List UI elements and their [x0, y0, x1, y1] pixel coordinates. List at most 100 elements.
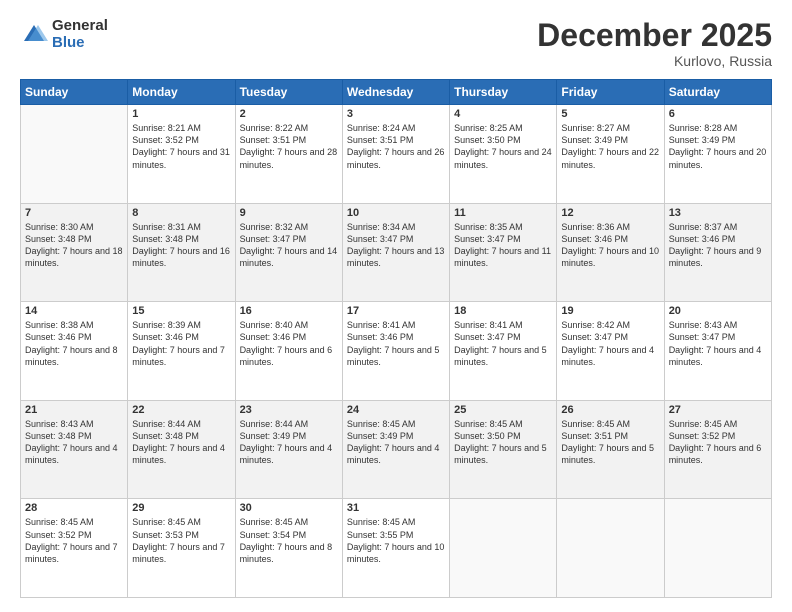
day-number: 21	[25, 404, 123, 416]
cell-info: Sunrise: 8:44 AMSunset: 3:48 PMDaylight:…	[132, 418, 230, 467]
day-number: 2	[240, 108, 338, 120]
day-number: 28	[25, 502, 123, 514]
table-row	[21, 105, 128, 204]
cell-info: Sunrise: 8:28 AMSunset: 3:49 PMDaylight:…	[669, 122, 767, 171]
table-row: 20 Sunrise: 8:43 AMSunset: 3:47 PMDayligh…	[664, 302, 771, 401]
cell-info: Sunrise: 8:45 AMSunset: 3:51 PMDaylight:…	[561, 418, 659, 467]
cell-info: Sunrise: 8:32 AMSunset: 3:47 PMDaylight:…	[240, 221, 338, 270]
table-row	[557, 499, 664, 598]
cell-info: Sunrise: 8:22 AMSunset: 3:51 PMDaylight:…	[240, 122, 338, 171]
calendar-week-3: 14Sunrise: 8:38 AMSunset: 3:46 PMDayligh…	[21, 302, 772, 401]
table-row: 12 Sunrise: 8:36 AMSunset: 3:46 PMDayligh…	[557, 203, 664, 302]
logo-blue-text: Blue	[52, 35, 108, 52]
cell-info: Sunrise: 8:24 AMSunset: 3:51 PMDaylight:…	[347, 122, 445, 171]
cell-info: Sunrise: 8:41 AMSunset: 3:47 PMDaylight:…	[454, 319, 552, 368]
day-number: 29	[132, 502, 230, 514]
col-friday: Friday	[557, 80, 664, 105]
day-number: 1	[132, 108, 230, 120]
table-row: 13 Sunrise: 8:37 AMSunset: 3:46 PMDayligh…	[664, 203, 771, 302]
cell-info: Sunrise: 8:45 AMSunset: 3:50 PMDaylight:…	[454, 418, 552, 467]
table-row: 26 Sunrise: 8:45 AMSunset: 3:51 PMDayligh…	[557, 400, 664, 499]
table-row: 5 Sunrise: 8:27 AMSunset: 3:49 PMDaylight…	[557, 105, 664, 204]
cell-info: Sunrise: 8:36 AMSunset: 3:46 PMDaylight:…	[561, 221, 659, 270]
day-number: 8	[132, 207, 230, 219]
cell-info: Sunrise: 8:45 AMSunset: 3:55 PMDaylight:…	[347, 516, 445, 565]
location: Kurlovo, Russia	[537, 53, 772, 69]
table-row: 6Sunrise: 8:28 AMSunset: 3:49 PMDaylight…	[664, 105, 771, 204]
day-number: 9	[240, 207, 338, 219]
table-row	[450, 499, 557, 598]
cell-info: Sunrise: 8:43 AMSunset: 3:47 PMDaylight:…	[669, 319, 767, 368]
col-sunday: Sunday	[21, 80, 128, 105]
logo-icon	[20, 21, 48, 49]
cell-info: Sunrise: 8:42 AMSunset: 3:47 PMDaylight:…	[561, 319, 659, 368]
cell-info: Sunrise: 8:45 AMSunset: 3:52 PMDaylight:…	[669, 418, 767, 467]
day-number: 22	[132, 404, 230, 416]
day-number: 10	[347, 207, 445, 219]
cell-info: Sunrise: 8:37 AMSunset: 3:46 PMDaylight:…	[669, 221, 767, 270]
table-row: 4Sunrise: 8:25 AMSunset: 3:50 PMDaylight…	[450, 105, 557, 204]
day-number: 18	[454, 305, 552, 317]
table-row: 8Sunrise: 8:31 AMSunset: 3:48 PMDaylight…	[128, 203, 235, 302]
table-row: 11Sunrise: 8:35 AMSunset: 3:47 PMDayligh…	[450, 203, 557, 302]
col-thursday: Thursday	[450, 80, 557, 105]
cell-info: Sunrise: 8:40 AMSunset: 3:46 PMDaylight:…	[240, 319, 338, 368]
table-row: 7Sunrise: 8:30 AMSunset: 3:48 PMDaylight…	[21, 203, 128, 302]
table-row: 2 Sunrise: 8:22 AMSunset: 3:51 PMDaylight…	[235, 105, 342, 204]
table-row: 24 Sunrise: 8:45 AMSunset: 3:49 PMDayligh…	[342, 400, 449, 499]
table-row: 29 Sunrise: 8:45 AMSunset: 3:53 PMDayligh…	[128, 499, 235, 598]
day-number: 30	[240, 502, 338, 514]
cell-info: Sunrise: 8:45 AMSunset: 3:53 PMDaylight:…	[132, 516, 230, 565]
calendar-week-4: 21 Sunrise: 8:43 AMSunset: 3:48 PMDayligh…	[21, 400, 772, 499]
cell-info: Sunrise: 8:43 AMSunset: 3:48 PMDaylight:…	[25, 418, 123, 467]
table-row: 14Sunrise: 8:38 AMSunset: 3:46 PMDayligh…	[21, 302, 128, 401]
day-number: 11	[454, 207, 552, 219]
table-row: 17 Sunrise: 8:41 AMSunset: 3:46 PMDayligh…	[342, 302, 449, 401]
table-row: 25Sunrise: 8:45 AMSunset: 3:50 PMDayligh…	[450, 400, 557, 499]
top-section: General Blue December 2025 Kurlovo, Russ…	[20, 18, 772, 69]
cell-info: Sunrise: 8:38 AMSunset: 3:46 PMDaylight:…	[25, 319, 123, 368]
cell-info: Sunrise: 8:41 AMSunset: 3:46 PMDaylight:…	[347, 319, 445, 368]
day-number: 20	[669, 305, 767, 317]
table-row: 16Sunrise: 8:40 AMSunset: 3:46 PMDayligh…	[235, 302, 342, 401]
calendar-week-1: 1 Sunrise: 8:21 AMSunset: 3:52 PMDaylight…	[21, 105, 772, 204]
day-number: 17	[347, 305, 445, 317]
table-row: 15 Sunrise: 8:39 AMSunset: 3:46 PMDayligh…	[128, 302, 235, 401]
day-number: 4	[454, 108, 552, 120]
cell-info: Sunrise: 8:21 AMSunset: 3:52 PMDaylight:…	[132, 122, 230, 171]
header-row: Sunday Monday Tuesday Wednesday Thursday…	[21, 80, 772, 105]
month-title: December 2025	[537, 18, 772, 53]
day-number: 5	[561, 108, 659, 120]
table-row: 9 Sunrise: 8:32 AMSunset: 3:47 PMDaylight…	[235, 203, 342, 302]
cell-info: Sunrise: 8:44 AMSunset: 3:49 PMDaylight:…	[240, 418, 338, 467]
col-saturday: Saturday	[664, 80, 771, 105]
cell-info: Sunrise: 8:45 AMSunset: 3:49 PMDaylight:…	[347, 418, 445, 467]
table-row	[664, 499, 771, 598]
table-row: 18 Sunrise: 8:41 AMSunset: 3:47 PMDayligh…	[450, 302, 557, 401]
cell-info: Sunrise: 8:27 AMSunset: 3:49 PMDaylight:…	[561, 122, 659, 171]
day-number: 26	[561, 404, 659, 416]
col-monday: Monday	[128, 80, 235, 105]
day-number: 19	[561, 305, 659, 317]
day-number: 12	[561, 207, 659, 219]
day-number: 23	[240, 404, 338, 416]
page: General Blue December 2025 Kurlovo, Russ…	[0, 0, 792, 612]
day-number: 3	[347, 108, 445, 120]
logo-general-text: General	[52, 18, 108, 35]
table-row: 21 Sunrise: 8:43 AMSunset: 3:48 PMDayligh…	[21, 400, 128, 499]
cell-info: Sunrise: 8:39 AMSunset: 3:46 PMDaylight:…	[132, 319, 230, 368]
calendar-week-5: 28 Sunrise: 8:45 AMSunset: 3:52 PMDayligh…	[21, 499, 772, 598]
table-row: 19 Sunrise: 8:42 AMSunset: 3:47 PMDayligh…	[557, 302, 664, 401]
day-number: 7	[25, 207, 123, 219]
table-row: 31 Sunrise: 8:45 AMSunset: 3:55 PMDayligh…	[342, 499, 449, 598]
day-number: 15	[132, 305, 230, 317]
table-row: 23 Sunrise: 8:44 AMSunset: 3:49 PMDayligh…	[235, 400, 342, 499]
day-number: 31	[347, 502, 445, 514]
table-row: 10Sunrise: 8:34 AMSunset: 3:47 PMDayligh…	[342, 203, 449, 302]
table-row: 27Sunrise: 8:45 AMSunset: 3:52 PMDayligh…	[664, 400, 771, 499]
table-row: 28 Sunrise: 8:45 AMSunset: 3:52 PMDayligh…	[21, 499, 128, 598]
cell-info: Sunrise: 8:45 AMSunset: 3:52 PMDaylight:…	[25, 516, 123, 565]
day-number: 24	[347, 404, 445, 416]
table-row: 30Sunrise: 8:45 AMSunset: 3:54 PMDayligh…	[235, 499, 342, 598]
day-number: 13	[669, 207, 767, 219]
